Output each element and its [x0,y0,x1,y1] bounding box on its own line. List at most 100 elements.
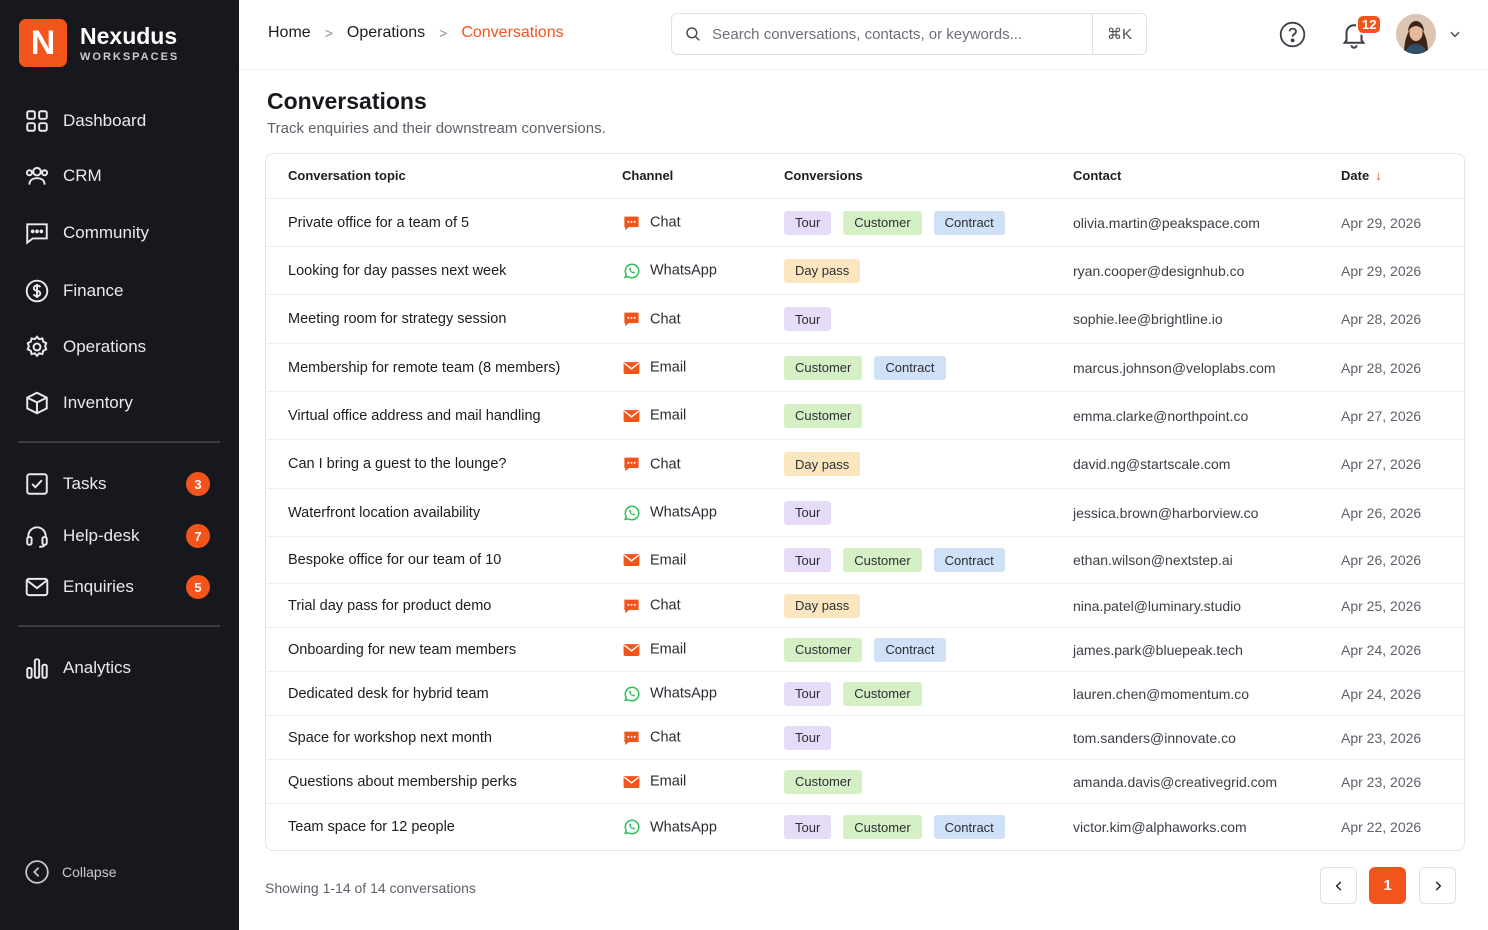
conversation-date: Apr 24, 2026 [1341,685,1422,702]
help-icon[interactable] [1279,21,1306,48]
channel-label: WhatsApp [650,504,717,521]
chat-icon [624,457,639,472]
conversation-topic[interactable]: Questions about membership perks [288,774,517,790]
table-row[interactable]: Private office for a team of 5 Chat Tour Cu… [266,199,1464,247]
channel-label: WhatsApp [650,262,717,279]
help-desk-count-badge: 7 [186,524,210,548]
sidebar-item-analytics[interactable]: Analytics [24,650,214,686]
column-header-conversions[interactable]: Conversions [784,168,863,183]
sidebar-item-finance[interactable]: Finance [24,273,214,309]
conversation-topic[interactable]: Membership for remote team (8 members) [288,360,560,376]
table-row[interactable]: Membership for remote team (8 members) Em… [266,344,1464,392]
contact-email[interactable]: tom.sanders@innovate.co [1073,730,1236,746]
column-header-topic[interactable]: Conversation topic [288,168,406,183]
table-row[interactable]: Onboarding for new team members Email Cust… [266,628,1464,672]
chat-icon [624,599,639,613]
sidebar-item-crm[interactable]: CRM [24,158,214,194]
conversation-topic[interactable]: Looking for day passes next week [288,263,506,279]
contact-email[interactable]: ryan.cooper@designhub.co [1073,263,1244,279]
table-row[interactable]: Waterfront location availability WhatsApp… [266,489,1464,537]
conversation-topic[interactable]: Can I bring a guest to the lounge? [288,456,506,472]
conversions: Tour [784,500,843,525]
email-icon [623,554,640,566]
conversion-tag: Contract [933,548,1005,572]
search-box[interactable]: ⌘K [671,13,1147,55]
contact-email[interactable]: james.park@bluepeak.tech [1073,642,1243,658]
conversions: Tour Customer Contract [784,210,1017,235]
sidebar-item-community[interactable]: Community [24,215,214,251]
sidebar-item-tasks[interactable]: Tasks 3 [24,466,214,502]
conversation-topic[interactable]: Bespoke office for our team of 10 [288,552,501,568]
contact-email[interactable]: lauren.chen@momentum.co [1073,686,1249,702]
conversation-topic[interactable]: Space for workshop next month [288,730,492,746]
channel: Chat [622,310,681,329]
brand-logo: N [19,19,67,67]
conversation-date: Apr 26, 2026 [1341,552,1422,568]
contact-email[interactable]: amanda.davis@creativegrid.com [1073,774,1277,790]
table-row[interactable]: Dedicated desk for hybrid team WhatsApp To… [266,672,1464,716]
mail-icon [25,577,49,597]
conversation-topic[interactable]: Team space for 12 people [288,819,455,835]
table-row[interactable]: Can I bring a guest to the lounge? Chat Da… [266,440,1464,489]
conversation-topic[interactable]: Onboarding for new team members [288,642,516,658]
conversation-date: Apr 28, 2026 [1341,311,1422,327]
channel: WhatsApp [622,503,717,522]
conversion-tag: Contract [874,355,946,380]
chevron-left-circle-icon [25,860,49,884]
sidebar-item-operations[interactable]: Operations [24,329,214,365]
sidebar: N Nexudus WORKSPACES Dashboard CRM Commu… [0,0,239,930]
table-row[interactable]: Team space for 12 people WhatsApp Tour Cust… [266,804,1464,850]
contact-email[interactable]: victor.kim@alphaworks.com [1073,819,1247,835]
gear-icon [26,335,48,358]
conversation-topic[interactable]: Waterfront location availability [288,505,480,521]
column-header-contact[interactable]: Contact [1073,168,1121,183]
conversation-topic[interactable]: Virtual office address and mail handling [288,408,541,424]
table-row[interactable]: Questions about membership perks Email Cus… [266,760,1464,804]
contact-email[interactable]: olivia.martin@peakspace.com [1073,215,1260,231]
contact-email[interactable]: emma.clarke@northpoint.co [1073,408,1248,424]
table-row[interactable]: Bespoke office for our team of 10 Email To… [266,537,1464,584]
conversation-topic[interactable]: Dedicated desk for hybrid team [288,686,489,702]
sidebar-divider [18,441,220,443]
sidebar-item-enquiries[interactable]: Enquiries 5 [24,569,214,605]
page-button-current[interactable]: 1 [1369,867,1406,904]
channel: Email [622,406,686,425]
contact-email[interactable]: sophie.lee@brightline.io [1073,311,1223,327]
conversation-topic[interactable]: Meeting room for strategy session [288,311,506,327]
contact-email[interactable]: david.ng@startscale.com [1073,456,1230,472]
search-input[interactable] [712,25,1082,43]
breadcrumb-operations[interactable]: Operations [347,24,425,42]
conversation-topic[interactable]: Trial day pass for product demo [288,598,491,614]
table-row[interactable]: Space for workshop next month Chat Tour tom… [266,716,1464,760]
avatar[interactable] [1396,14,1436,54]
column-header-channel[interactable]: Channel [622,168,673,183]
table-row[interactable]: Meeting room for strategy session Chat Tou… [266,295,1464,344]
conversation-topic[interactable]: Private office for a team of 5 [288,215,469,231]
chevron-down-icon[interactable] [1448,27,1462,41]
contact-email[interactable]: ethan.wilson@nextstep.ai [1073,552,1233,568]
brand-name: Nexudus [80,22,178,49]
conversions: Customer Contract [784,637,958,662]
grid-icon [26,110,48,132]
next-page-button[interactable] [1419,867,1456,904]
contact-email[interactable]: nina.patel@luminary.studio [1073,598,1241,614]
contact-email[interactable]: marcus.johnson@veloplabs.com [1073,360,1276,376]
table-row[interactable]: Trial day pass for product demo Chat Day p… [266,584,1464,628]
conversation-date: Apr 25, 2026 [1341,597,1422,614]
contact-email[interactable]: jessica.brown@harborview.co [1073,505,1258,521]
channel-label: WhatsApp [650,819,717,835]
brand[interactable]: N Nexudus WORKSPACES [19,19,179,67]
table-row[interactable]: Looking for day passes next week WhatsApp… [266,247,1464,295]
breadcrumb-home[interactable]: Home [268,24,311,42]
sidebar-item-inventory[interactable]: Inventory [24,385,214,421]
conversion-tag: Customer [784,769,863,794]
collapse-button[interactable]: Collapse [24,859,116,885]
sidebar-item-help-desk[interactable]: Help-desk 7 [24,518,214,554]
table-row[interactable]: Virtual office address and mail handling… [266,392,1464,440]
sidebar-item-dashboard[interactable]: Dashboard [24,103,214,139]
column-header-date[interactable]: Date ↓ [1341,168,1382,183]
page-subtitle: Track enquiries and their downstream con… [267,120,606,137]
previous-page-button[interactable] [1320,867,1357,904]
sidebar-item-label: Analytics [63,658,132,677]
conversions: Tour [784,725,843,750]
